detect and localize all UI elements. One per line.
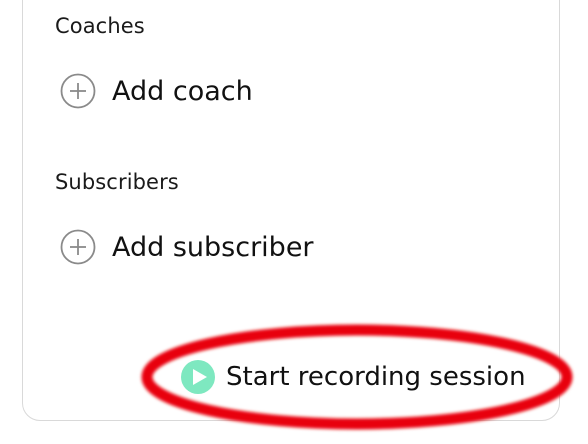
- add-subscriber-button[interactable]: Add subscriber: [60, 229, 314, 265]
- add-subscriber-label: Add subscriber: [112, 231, 314, 263]
- plus-circle-icon: [60, 229, 96, 265]
- subscribers-heading: Subscribers: [55, 170, 179, 194]
- participants-panel: [22, 0, 560, 421]
- start-recording-label: Start recording session: [226, 362, 526, 392]
- play-icon: [181, 360, 215, 394]
- plus-circle-icon: [60, 73, 96, 109]
- start-recording-button[interactable]: Start recording session: [181, 359, 526, 395]
- add-coach-button[interactable]: Add coach: [60, 73, 253, 109]
- add-coach-label: Add coach: [112, 75, 253, 107]
- coaches-heading: Coaches: [55, 14, 145, 38]
